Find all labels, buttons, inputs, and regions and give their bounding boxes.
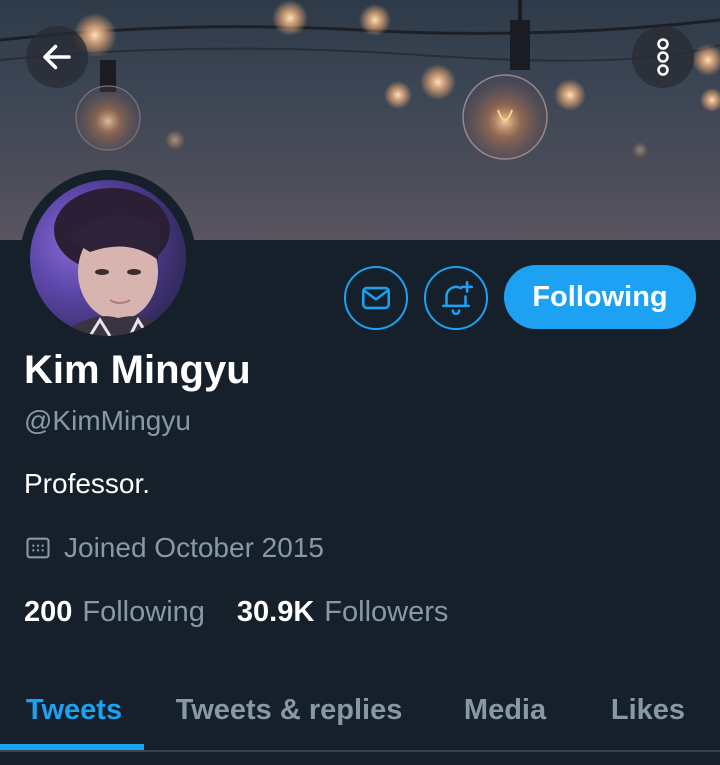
calendar-icon <box>26 537 50 559</box>
profile-bio: Professor. <box>24 468 151 499</box>
followers-stat[interactable]: 30.9K Followers <box>237 596 448 629</box>
message-button[interactable] <box>344 266 408 330</box>
tab-likes[interactable]: Likes <box>580 668 716 752</box>
profile-handle: @KimMingyu <box>24 405 191 436</box>
followers-label: Followers <box>324 596 449 628</box>
joined-date: Joined October 2015 <box>24 532 324 564</box>
back-button[interactable] <box>26 26 88 88</box>
mail-icon <box>361 286 391 310</box>
profile-name: Kim Mingyu <box>24 348 251 392</box>
profile-stats: 200 Following 30.9K Followers <box>24 596 480 629</box>
followers-count: 30.9K <box>236 596 315 628</box>
following-button[interactable]: Following <box>504 265 696 329</box>
following-stat[interactable]: 200 Following <box>24 596 205 629</box>
more-options-button[interactable] <box>632 26 694 88</box>
joined-text: Joined October 2015 <box>64 532 324 563</box>
profile-tabs: Tweets Tweets & replies Media Likes <box>0 668 720 752</box>
tab-media[interactable]: Media <box>430 668 580 752</box>
avatar[interactable] <box>20 170 196 346</box>
notifications-button[interactable] <box>424 266 488 330</box>
arrow-left-icon <box>43 44 71 70</box>
more-vertical-icon <box>657 38 669 76</box>
following-label: Following <box>82 596 205 628</box>
following-count: 200 <box>24 596 73 628</box>
avatar-image <box>30 180 186 336</box>
tab-tweets-replies[interactable]: Tweets & replies <box>148 668 430 752</box>
tab-tweets[interactable]: Tweets <box>0 668 148 752</box>
tabs-divider <box>0 750 720 752</box>
bell-plus-icon <box>442 280 474 316</box>
